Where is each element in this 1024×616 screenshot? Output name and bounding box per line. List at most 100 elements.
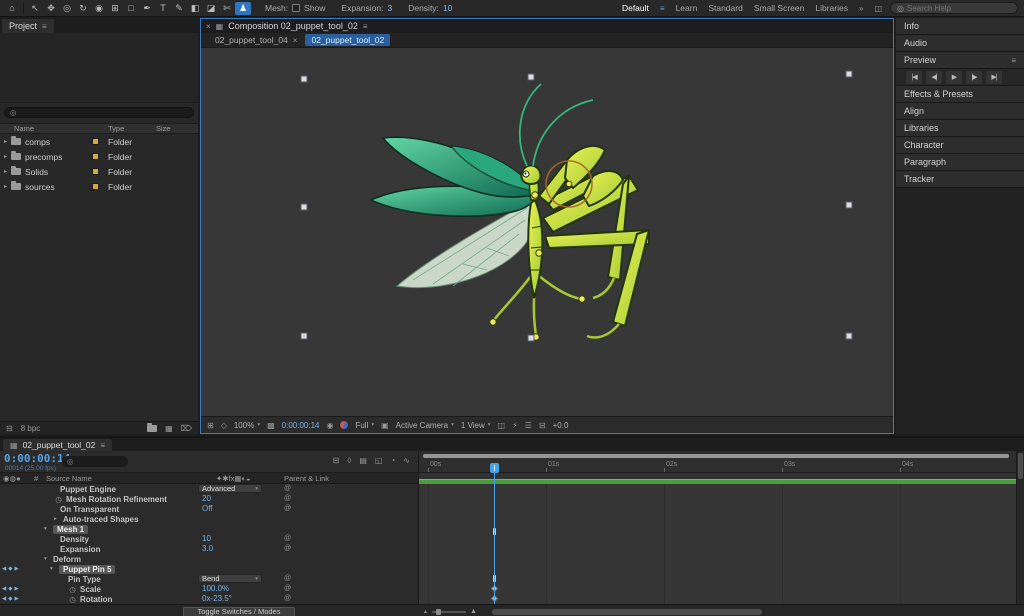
last-frame-button[interactable]: ▶| <box>986 70 1002 84</box>
panel-menu-icon[interactable]: ≡ <box>100 441 105 450</box>
toggle-switches-modes-button[interactable]: Toggle Switches / Modes <box>183 607 295 616</box>
property-label[interactable]: Puppet Engine <box>60 485 116 494</box>
camera-tool-icon[interactable]: ◉ <box>91 2 107 15</box>
composition-viewer[interactable] <box>201 48 893 416</box>
zoom-slider[interactable] <box>431 608 466 615</box>
tab-project[interactable]: Project ≡ <box>2 19 54 33</box>
project-search-input[interactable] <box>19 108 188 117</box>
property-value[interactable]: Off <box>202 504 213 514</box>
new-folder-icon[interactable] <box>147 422 158 432</box>
row-deform[interactable]: ▾ Deform <box>0 554 418 564</box>
twirl-icon[interactable]: ▾ <box>50 566 56 572</box>
zoom-slider-thumb[interactable] <box>435 608 441 615</box>
timeline-button-icon[interactable]: ☰ <box>525 421 532 430</box>
current-timecode[interactable]: 0:00:00:14 <box>4 452 70 465</box>
group-label[interactable]: Deform <box>53 555 81 564</box>
zoom-out-icon[interactable]: ▲ <box>423 609 428 615</box>
comp-mini-flowchart-icon[interactable]: ⊟ <box>333 456 340 465</box>
row-density[interactable]: Density 10 @ <box>0 534 418 544</box>
row-mesh-1[interactable]: ▾ Mesh 1 <box>0 524 418 534</box>
group-label[interactable]: Auto-traced Shapes <box>63 515 139 524</box>
new-composition-icon[interactable]: ▦ <box>165 424 173 433</box>
group-label-selected[interactable]: Mesh 1 <box>53 524 89 534</box>
draft-3d-icon[interactable]: ◊ <box>347 456 351 465</box>
pin-type-dropdown[interactable]: Bend ▾ <box>198 574 262 583</box>
project-flowchart-icon[interactable]: ⊟ <box>6 424 13 433</box>
play-button[interactable]: ▶ <box>946 70 962 84</box>
puppet-engine-dropdown[interactable]: Advanced ▾ <box>198 484 262 493</box>
group-label-selected[interactable]: Puppet Pin 5 <box>59 564 116 574</box>
panel-tab-info[interactable]: Info <box>896 18 1024 35</box>
snapshot-camera-icon[interactable]: ◉ <box>326 421 333 430</box>
project-row-comps[interactable]: ▸ comps Folder <box>0 134 198 149</box>
panel-tab-effects-presets[interactable]: Effects & Presets <box>896 86 1024 103</box>
property-label[interactable]: Scale <box>80 585 101 594</box>
shape-tool-icon[interactable]: □ <box>123 2 139 15</box>
twirl-icon[interactable]: ▾ <box>44 556 50 562</box>
panel-tab-align[interactable]: Align <box>896 103 1024 120</box>
workspace-default[interactable]: Default <box>622 3 649 13</box>
row-on-transparent[interactable]: On Transparent Off @ <box>0 504 418 514</box>
selection-tool-icon[interactable]: ↖ <box>27 2 43 15</box>
label-color-swatch[interactable] <box>92 152 99 160</box>
zoom-in-icon[interactable]: ▲ <box>470 608 477 615</box>
twirl-icon[interactable]: ▾ <box>44 526 50 532</box>
keyframe-navigator[interactable]: ◀◆▶ <box>2 584 21 594</box>
property-label[interactable]: Pin Type <box>68 575 101 584</box>
timeline-search-box[interactable]: ◎ <box>62 456 128 467</box>
property-label[interactable]: Expansion <box>60 545 100 554</box>
expansion-value[interactable]: 3 <box>387 3 392 13</box>
timeline-tab[interactable]: ▦ 02_puppet_tool_02 ≡ <box>3 439 113 451</box>
workspace-overflow-icon[interactable]: » <box>859 4 863 13</box>
row-scale[interactable]: ◀◆▶ ◷ Scale 100.0% @ <box>0 584 418 594</box>
previous-frame-button[interactable]: ◀| <box>926 70 942 84</box>
pickwhip-icon[interactable]: @ <box>284 594 291 604</box>
twirl-icon[interactable]: ▸ <box>4 168 7 175</box>
property-value[interactable]: 3.0 <box>202 544 213 554</box>
panel-menu-icon[interactable]: ≡ <box>1011 56 1016 65</box>
property-label[interactable]: Mesh Rotation Refinement <box>66 495 167 504</box>
trash-icon[interactable]: ⌦ <box>181 424 192 433</box>
property-value[interactable]: 100.0% <box>202 584 229 594</box>
label-color-swatch[interactable] <box>92 137 99 145</box>
zoom-tool-icon[interactable]: ◎ <box>59 2 75 15</box>
property-label[interactable]: Density <box>60 535 89 544</box>
row-pin-type[interactable]: Pin Type Bend ▾ @ <box>0 574 418 584</box>
flowchart-button-icon[interactable]: ⊟ <box>539 421 546 430</box>
twirl-icon[interactable]: ▸ <box>4 153 7 160</box>
show-mesh-checkbox[interactable] <box>292 4 301 12</box>
stopwatch-icon[interactable]: ◷ <box>54 495 63 504</box>
help-search-box[interactable]: ◎ <box>890 2 1018 14</box>
timeline-vertical-scrollbar[interactable] <box>1016 451 1024 604</box>
twirl-icon[interactable]: ▸ <box>4 138 7 145</box>
viewer-tab-02-puppet-tool-02[interactable]: 02_puppet_tool_02 <box>305 34 391 46</box>
panel-menu-icon[interactable]: ≡ <box>42 22 47 31</box>
hide-shy-layers-icon[interactable]: ▤ <box>359 456 367 465</box>
density-value[interactable]: 10 <box>443 3 452 13</box>
panel-tab-audio[interactable]: Audio <box>896 35 1024 52</box>
time-ruler[interactable]: 00s 01s 02s 03s 04s <box>419 459 1016 473</box>
roto-brush-tool-icon[interactable]: ✄ <box>219 2 235 15</box>
playhead[interactable] <box>490 463 499 473</box>
pickwhip-icon[interactable]: @ <box>284 584 291 594</box>
label-color-swatch[interactable] <box>92 182 99 190</box>
panel-tab-tracker[interactable]: Tracker <box>896 171 1024 188</box>
panel-tab-libraries[interactable]: Libraries <box>896 120 1024 137</box>
project-row-solids[interactable]: ▸ Solids Folder <box>0 164 198 179</box>
panel-tab-preview[interactable]: Preview ≡ <box>896 52 1024 69</box>
source-name-header[interactable]: Source Name <box>46 474 92 483</box>
scrollbar-thumb[interactable] <box>1018 453 1023 479</box>
workspace-small-screen[interactable]: Small Screen <box>754 3 805 13</box>
workspace-menu-icon[interactable]: ≡ <box>660 4 665 13</box>
property-value[interactable]: 0x-23.5° <box>202 594 232 604</box>
home-icon[interactable]: ⌂ <box>4 2 20 15</box>
row-puppet-engine[interactable]: Puppet Engine Advanced ▾ @ <box>0 484 418 494</box>
panel-menu-icon[interactable]: ≡ <box>363 22 368 31</box>
pickwhip-icon[interactable]: @ <box>284 504 291 514</box>
row-rotation[interactable]: ◀◆▶ ◷ Rotation 0x-23.5° @ <box>0 594 418 604</box>
magnification-dropdown[interactable]: 100% ▾ <box>234 421 260 430</box>
timeline-track-area[interactable]: 00s 01s 02s 03s 04s <box>419 451 1016 604</box>
column-name[interactable]: Name <box>0 124 92 133</box>
pickwhip-icon[interactable]: @ <box>284 534 291 544</box>
type-tool-icon[interactable]: T <box>155 2 171 15</box>
